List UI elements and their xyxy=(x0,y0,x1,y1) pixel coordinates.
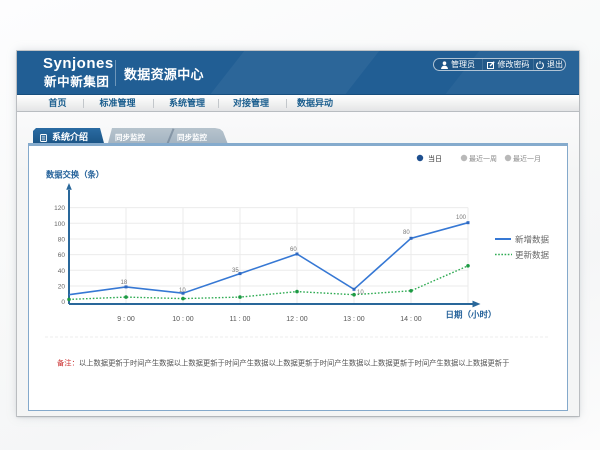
svg-text:20: 20 xyxy=(58,284,66,291)
svg-text:35: 35 xyxy=(232,268,239,274)
svg-text:13 : 00: 13 : 00 xyxy=(343,316,365,323)
svg-text:100: 100 xyxy=(54,221,65,228)
svg-text:11 : 00: 11 : 00 xyxy=(230,316,251,323)
svg-text:数据交换（条）: 数据交换（条） xyxy=(46,170,104,180)
svg-text:备注：以上数据更新于时间产生数据以上数据更新于时间产生数据以: 备注：以上数据更新于时间产生数据以上数据更新于时间产生数据以上数据更新于时间产生… xyxy=(57,359,509,368)
svg-text:14 : 00: 14 : 00 xyxy=(400,316,422,323)
svg-text:10 : 00: 10 : 00 xyxy=(172,316,194,323)
svg-text:0: 0 xyxy=(61,299,65,306)
svg-text:80: 80 xyxy=(403,230,410,236)
svg-text:日期（小时）: 日期（小时） xyxy=(445,310,496,320)
svg-text:12 : 00: 12 : 00 xyxy=(286,316,308,323)
svg-text:120: 120 xyxy=(54,205,65,212)
svg-text:80: 80 xyxy=(58,237,66,244)
svg-text:60: 60 xyxy=(58,252,66,259)
svg-text:最近一月: 最近一月 xyxy=(513,154,541,163)
svg-text:最近一周: 最近一周 xyxy=(469,154,497,163)
svg-text:18: 18 xyxy=(121,280,128,286)
svg-text:10: 10 xyxy=(357,290,364,296)
svg-text:40: 40 xyxy=(58,268,66,275)
svg-text:100: 100 xyxy=(456,215,467,221)
svg-text:更新数据: 更新数据 xyxy=(515,250,550,260)
svg-text:新增数据: 新增数据 xyxy=(515,235,550,245)
svg-text:10: 10 xyxy=(179,288,186,294)
svg-text:9 : 00: 9 : 00 xyxy=(117,316,135,323)
svg-text:当日: 当日 xyxy=(428,154,442,163)
svg-text:60: 60 xyxy=(290,247,297,253)
